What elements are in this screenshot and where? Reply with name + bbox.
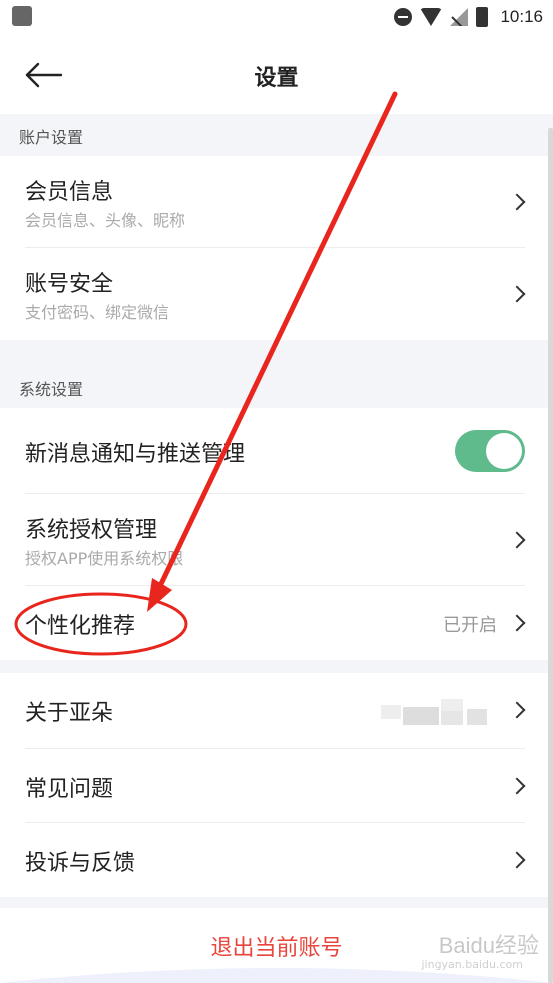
page-title: 设置 bbox=[254, 66, 299, 91]
chevron-right-icon bbox=[508, 285, 526, 303]
row-personalized-recommend[interactable]: 个性化推荐 已开启 bbox=[25, 586, 526, 660]
app-notification-icon bbox=[12, 6, 32, 26]
baidu-watermark: Baidu经验 bbox=[438, 933, 539, 958]
chevron-right-icon bbox=[508, 701, 526, 719]
row-account-security[interactable]: 账号安全 支付密码、绑定微信 bbox=[25, 248, 526, 340]
header: 设置 bbox=[0, 34, 553, 114]
row-label: 投诉与反馈 bbox=[25, 851, 136, 876]
row-label: 会员信息 bbox=[25, 180, 114, 205]
do-not-disturb-icon bbox=[394, 8, 413, 26]
battery-icon bbox=[476, 7, 489, 27]
chevron-right-icon bbox=[508, 851, 526, 869]
wifi-icon bbox=[420, 8, 443, 26]
chevron-right-icon bbox=[508, 777, 526, 795]
scrollbar[interactable] bbox=[548, 128, 553, 983]
notification-toggle[interactable] bbox=[455, 430, 525, 472]
status-icons: 10:16 bbox=[394, 4, 543, 30]
row-member-info[interactable]: 会员信息 会员信息、头像、昵称 bbox=[25, 156, 526, 248]
row-sub: 支付密码、绑定微信 bbox=[25, 303, 170, 322]
section-title: 账户设置 bbox=[19, 128, 84, 147]
chevron-right-icon bbox=[508, 614, 526, 632]
row-label: 个性化推荐 bbox=[25, 614, 136, 639]
section-header-system: 系统设置 bbox=[0, 366, 553, 408]
row-label: 常见问题 bbox=[25, 777, 114, 802]
row-system-permission[interactable]: 系统授权管理 授权APP使用系统权限 bbox=[25, 494, 526, 586]
row-feedback[interactable]: 投诉与反馈 bbox=[25, 823, 526, 897]
redacted-version bbox=[381, 699, 501, 725]
chevron-right-icon bbox=[508, 531, 526, 549]
system-group: 新消息通知与推送管理 系统授权管理 授权APP使用系统权限 个性化推荐 已开启 bbox=[0, 408, 553, 660]
row-sub: 授权APP使用系统权限 bbox=[25, 549, 184, 568]
other-group: 关于亚朵 常见问题 投诉与反馈 bbox=[0, 673, 553, 897]
row-sub: 会员信息、头像、昵称 bbox=[25, 211, 186, 230]
status-time: 10:16 bbox=[500, 7, 543, 26]
row-about[interactable]: 关于亚朵 bbox=[25, 673, 526, 749]
account-group: 会员信息 会员信息、头像、昵称 账号安全 支付密码、绑定微信 bbox=[0, 156, 553, 340]
row-label: 关于亚朵 bbox=[25, 701, 114, 726]
no-signal-icon bbox=[450, 8, 469, 26]
toggle-knob bbox=[486, 433, 522, 469]
section-header-account: 账户设置 bbox=[0, 114, 553, 156]
row-faq[interactable]: 常见问题 bbox=[25, 749, 526, 823]
row-notification[interactable]: 新消息通知与推送管理 bbox=[25, 408, 525, 494]
status-bar: 10:16 bbox=[0, 0, 553, 34]
row-label: 系统授权管理 bbox=[25, 518, 158, 543]
section-title: 系统设置 bbox=[19, 380, 84, 399]
row-value: 已开启 bbox=[443, 615, 497, 636]
row-label: 新消息通知与推送管理 bbox=[25, 442, 246, 467]
chevron-right-icon bbox=[508, 193, 526, 211]
row-label: 账号安全 bbox=[25, 272, 114, 297]
baidu-watermark-sub: jingyan.baidu.com bbox=[421, 958, 523, 971]
